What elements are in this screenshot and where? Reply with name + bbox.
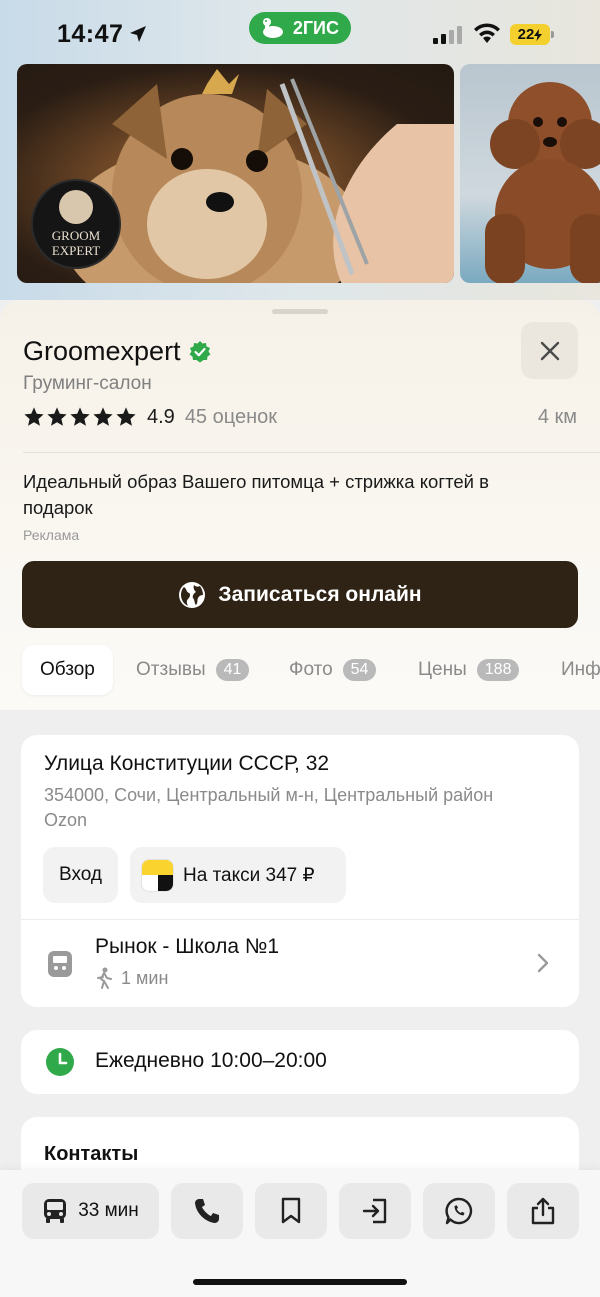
bookmark-icon (281, 1197, 301, 1224)
contacts-heading: Контакты (44, 1143, 139, 1165)
call-button[interactable] (171, 1183, 243, 1239)
star-icon (93, 407, 113, 426)
entrance-label: Вход (59, 864, 102, 885)
logo-line-1: GROOM (51, 228, 101, 243)
walk-time: 1 мин (121, 967, 169, 988)
location-arrow-icon (128, 24, 148, 49)
verified-badge-icon (189, 340, 211, 362)
route-button[interactable]: 33 мин (22, 1183, 159, 1239)
rating-row[interactable]: 4.9 45 оценок (23, 404, 277, 430)
tab-label: Отзывы (136, 659, 206, 680)
book-online-label: Записаться онлайн (218, 582, 422, 606)
place-card-sheet: Groomexpert Груминг-салон 4.9 45 оценок … (0, 300, 600, 710)
tab-label: Фото (289, 659, 333, 680)
title-row: Groomexpert (23, 336, 211, 367)
globe-icon (179, 581, 206, 608)
battery-indicator: 22 (510, 24, 554, 45)
walk-time-row: 1 мин (95, 967, 168, 989)
tab-label: Цены (418, 659, 467, 680)
app-brand-badge[interactable]: 2ГИС (249, 12, 351, 44)
sheet-grabber[interactable] (272, 309, 328, 314)
whatsapp-button[interactable] (423, 1183, 495, 1239)
home-indicator[interactable] (193, 1279, 407, 1285)
transit-stop-name[interactable]: Рынок - Школа №1 (95, 935, 279, 959)
groom-expert-logo: GROOM EXPERT (31, 179, 121, 269)
gallery-photo-dog-grooming[interactable]: GROOM EXPERT (17, 64, 454, 283)
status-time: 14:47 (57, 20, 124, 48)
address-details: 354000, Сочи, Центральный м-н, Центральн… (44, 783, 564, 833)
bus-icon (44, 1199, 67, 1223)
bookmark-button[interactable] (255, 1183, 327, 1239)
ad-text[interactable]: Идеальный образ Вашего питомца + стрижка… (23, 469, 563, 521)
charging-bolt-icon (534, 28, 543, 41)
tab-info[interactable]: Инф (561, 645, 600, 695)
tab-overview[interactable]: Обзор (22, 645, 113, 695)
place-name: Groomexpert (23, 336, 181, 366)
share-icon (531, 1197, 555, 1225)
tab-label: Обзор (40, 659, 95, 680)
bottom-action-bar: 33 мин (0, 1170, 600, 1297)
tab-prices[interactable]: Цены 188 (418, 645, 520, 695)
rating-stars (23, 406, 137, 428)
star-icon (116, 407, 136, 426)
tab-label: Инф (561, 659, 600, 680)
divider (23, 452, 600, 453)
logo-emblem (59, 190, 93, 224)
chevron-right-icon[interactable] (537, 953, 549, 973)
tab-reviews[interactable]: Отзывы 41 (136, 645, 250, 695)
star-icon (47, 407, 67, 426)
place-category: Груминг-салон (23, 373, 152, 394)
yandex-taxi-icon (141, 858, 174, 892)
opening-hours: Ежедневно 10:00–20:00 (95, 1049, 327, 1072)
cellular-signal-icon (433, 26, 463, 49)
star-icon (24, 407, 44, 426)
book-online-button[interactable]: Записаться онлайн (22, 561, 578, 628)
gallery-photo-poodle[interactable] (460, 64, 600, 283)
tab-count-badge: 54 (342, 659, 377, 681)
goose-logo-icon (259, 17, 285, 44)
opening-hours-card[interactable]: Ежедневно 10:00–20:00 (21, 1030, 579, 1094)
rating-value: 4.9 (147, 405, 175, 428)
poodle-photo (485, 82, 600, 283)
reviews-count[interactable]: 45 оценок (185, 406, 277, 429)
ad-label: Реклама (23, 527, 80, 543)
photo-gallery[interactable]: GROOM EXPERT (0, 64, 600, 300)
brand-name: 2ГИС (292, 17, 339, 38)
bus-stop-icon (48, 951, 72, 977)
divider (21, 919, 579, 920)
enter-icon (362, 1198, 387, 1224)
taxi-button[interactable]: На такси 347 ₽ (130, 847, 346, 903)
tab-count-badge: 41 (215, 659, 250, 681)
logo-line-2: EXPERT (51, 243, 101, 258)
star-icon (70, 407, 90, 426)
phone-icon (195, 1199, 219, 1223)
status-bar: 14:47 2ГИС 22 (0, 0, 600, 64)
address-extra: Ozon (44, 810, 88, 830)
battery-level: 22 (517, 26, 535, 43)
tab-bar: Обзор Отзывы 41 Фото 54 Цены 188 Инф (0, 645, 600, 697)
street-address[interactable]: Улица Конституции СССР, 32 (44, 752, 329, 776)
close-icon (540, 341, 559, 360)
tab-photos[interactable]: Фото 54 (289, 645, 377, 695)
route-time: 33 мин (78, 1200, 139, 1221)
entrance-button[interactable]: Вход (43, 847, 118, 903)
taxi-label: На такси 347 ₽ (183, 864, 315, 886)
walking-person-icon (97, 967, 112, 989)
close-button[interactable] (521, 322, 578, 379)
clock-icon (46, 1048, 74, 1076)
tab-count-badge: 188 (476, 659, 520, 681)
address-locality: 354000, Сочи, Центральный м-н, Центральн… (44, 785, 494, 805)
address-card: Улица Конституции СССР, 32 354000, Сочи,… (21, 735, 579, 1007)
share-button[interactable] (507, 1183, 579, 1239)
distance: 4 км (537, 406, 577, 428)
wifi-icon (473, 23, 501, 50)
whatsapp-icon (445, 1197, 473, 1225)
entrance-route-button[interactable] (339, 1183, 411, 1239)
